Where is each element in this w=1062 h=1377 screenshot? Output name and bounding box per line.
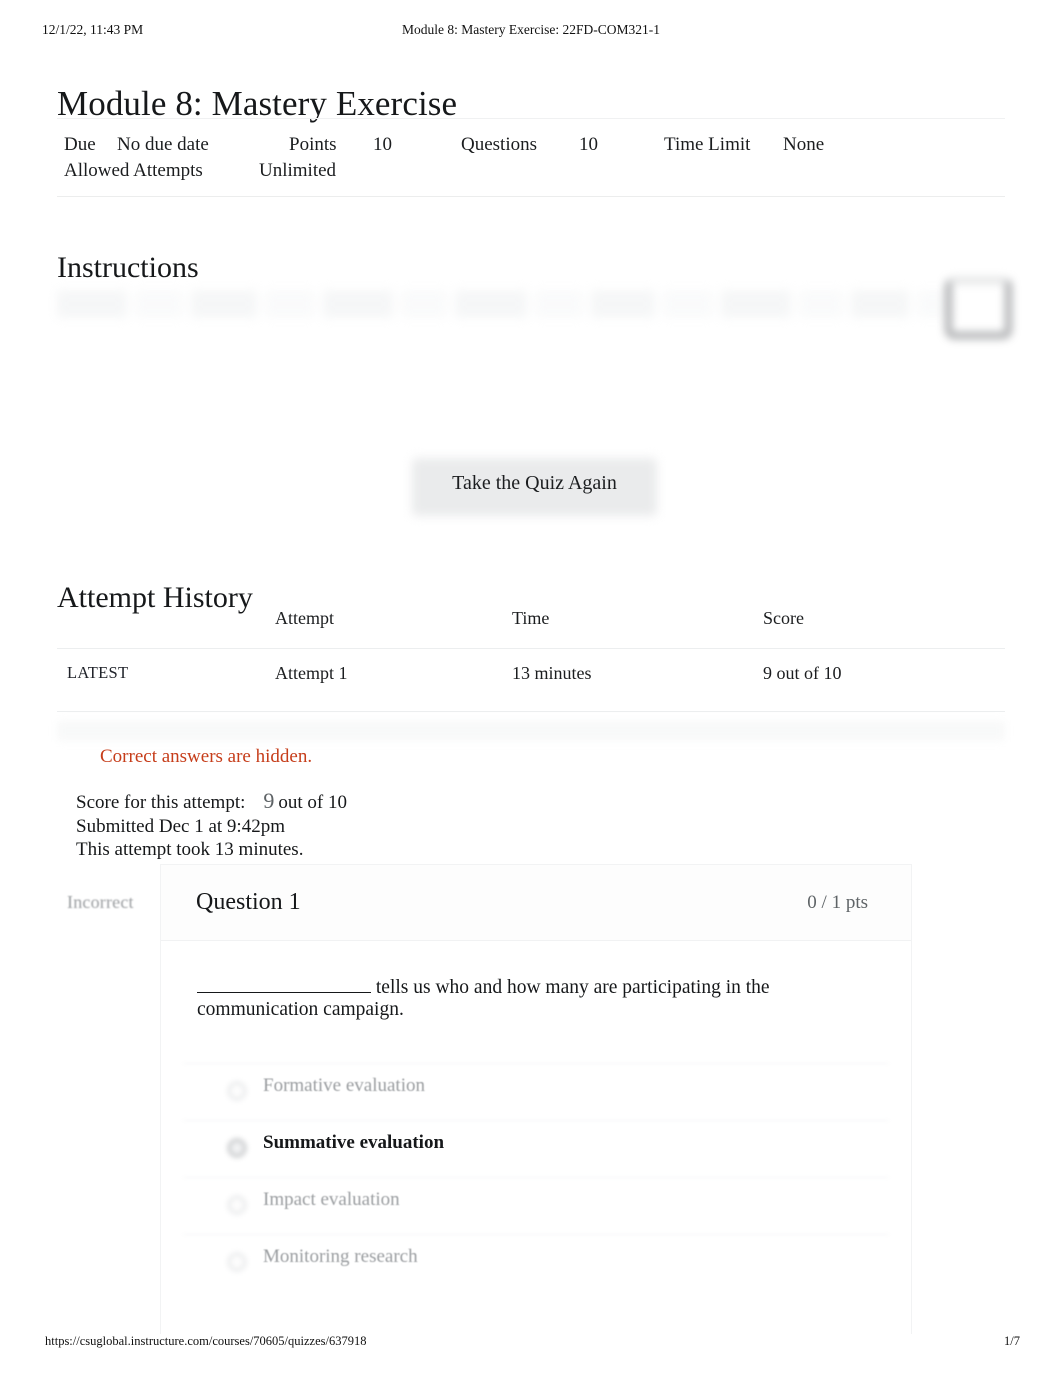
questions-label: Questions <box>461 134 537 155</box>
horseshoe-icon <box>945 277 1012 339</box>
print-header-title: Module 8: Mastery Exercise: 22FD-COM321-… <box>402 22 660 37</box>
radio-button-icon[interactable] <box>228 1196 246 1214</box>
allowed-attempts-label: Allowed Attempts <box>64 160 203 181</box>
correct-answers-hidden-note: Correct answers are hidden. <box>100 746 313 767</box>
column-attempt: Attempt <box>275 608 334 628</box>
answer-separator <box>183 1120 889 1121</box>
score-value: 9 <box>263 788 275 813</box>
meta-rows: Due No due date Points 10 Questions 10 T… <box>57 119 1005 184</box>
submitted-line: Submitted Dec 1 at 9:42pm <box>76 815 285 837</box>
attempt-score: 9 out of 10 <box>763 663 842 683</box>
duration-line: This attempt took 13 minutes. <box>76 839 304 860</box>
quiz-meta-block: Due No due date Points 10 Questions 10 T… <box>57 118 1005 197</box>
allowed-attempts-value: Unlimited <box>259 160 337 181</box>
score-label: Score for this attempt: <box>76 792 246 813</box>
time-limit-label: Time Limit <box>664 134 751 155</box>
radio-button-icon[interactable] <box>228 1139 246 1157</box>
radio-button-icon[interactable] <box>228 1082 246 1100</box>
attempt-score-summary: Score for this attempt: 9 out of 10 Submit… <box>76 789 347 862</box>
answer-options-list: Formative evaluation Summative evaluatio… <box>161 1063 911 1291</box>
take-quiz-again-button[interactable]: Take the Quiz Again <box>412 458 657 516</box>
answer-option-0[interactable]: Formative evaluation <box>161 1063 911 1120</box>
print-footer-url: https://csuglobal.instructure.com/course… <box>45 1334 367 1348</box>
answer-label: Summative evaluation <box>263 1132 445 1153</box>
score-for-attempt-line: Score for this attempt: 9 out of 10 <box>76 789 347 815</box>
instructions-placeholder-content <box>57 282 949 326</box>
answer-separator <box>183 1234 889 1235</box>
answer-label: Impact evaluation <box>263 1189 400 1210</box>
attempt-time: 13 minutes <box>512 663 592 683</box>
instructions-heading: Instructions <box>57 250 199 284</box>
points-label: Points <box>289 134 337 155</box>
attempt-link[interactable]: Attempt 1 <box>275 663 348 684</box>
answer-option-1[interactable]: Summative evaluation <box>161 1120 911 1177</box>
print-header: 12/1/22, 11:43 PM Module 8: Mastery Exer… <box>0 22 1062 42</box>
quiz-results-page: 12/1/22, 11:43 PM Module 8: Mastery Exer… <box>0 0 1062 1377</box>
column-time: Time <box>512 608 550 628</box>
answer-label: Formative evaluation <box>263 1075 425 1096</box>
print-footer-page-number: 1/7 <box>1004 1334 1020 1348</box>
attempt-history-table: Attempt Time Score LATEST Attempt 1 13 m… <box>57 608 1005 741</box>
meta-row-primary: Due No due date Points 10 Questions 10 T… <box>57 132 1005 158</box>
answer-separator <box>183 1063 889 1064</box>
question-card-header: Question 1 0 / 1 pts <box>161 865 911 941</box>
attempt-table-divider <box>57 648 1005 649</box>
due-value: No due date <box>117 134 209 155</box>
latest-badge: LATEST <box>67 663 129 682</box>
points-value: 10 <box>373 134 392 155</box>
due-label: Due <box>64 134 96 155</box>
answer-option-3[interactable]: Monitoring research <box>161 1234 911 1291</box>
meta-divider-bottom <box>57 196 1005 197</box>
question-text: tells us who and how many are participat… <box>197 977 797 1021</box>
answer-label: Monitoring research <box>263 1246 418 1267</box>
meta-row-secondary: Allowed Attempts Unlimited <box>57 158 1005 184</box>
answer-separator <box>183 1177 889 1178</box>
attempt-table-divider-bottom <box>57 711 1005 712</box>
attempt-history-header-row: Attempt Time Score <box>57 608 1005 640</box>
answer-option-2[interactable]: Impact evaluation <box>161 1177 911 1234</box>
retake-button-label: Take the Quiz Again <box>452 472 617 494</box>
questions-value: 10 <box>579 134 598 155</box>
radio-button-icon[interactable] <box>228 1253 246 1271</box>
table-row: LATEST Attempt 1 13 minutes 9 out of 10 <box>57 663 1005 695</box>
time-limit-value: None <box>783 134 825 155</box>
attempt-table-placeholder <box>57 721 1005 741</box>
question-card: Question 1 0 / 1 pts tells us who and ho… <box>160 864 912 1334</box>
question-points: 0 / 1 pts <box>807 892 868 913</box>
fill-in-blank-line <box>197 977 371 993</box>
question-title: Question 1 <box>196 889 301 915</box>
column-score: Score <box>763 608 804 628</box>
score-suffix: out of 10 <box>278 792 347 813</box>
question-status-badge: Incorrect <box>67 892 134 912</box>
